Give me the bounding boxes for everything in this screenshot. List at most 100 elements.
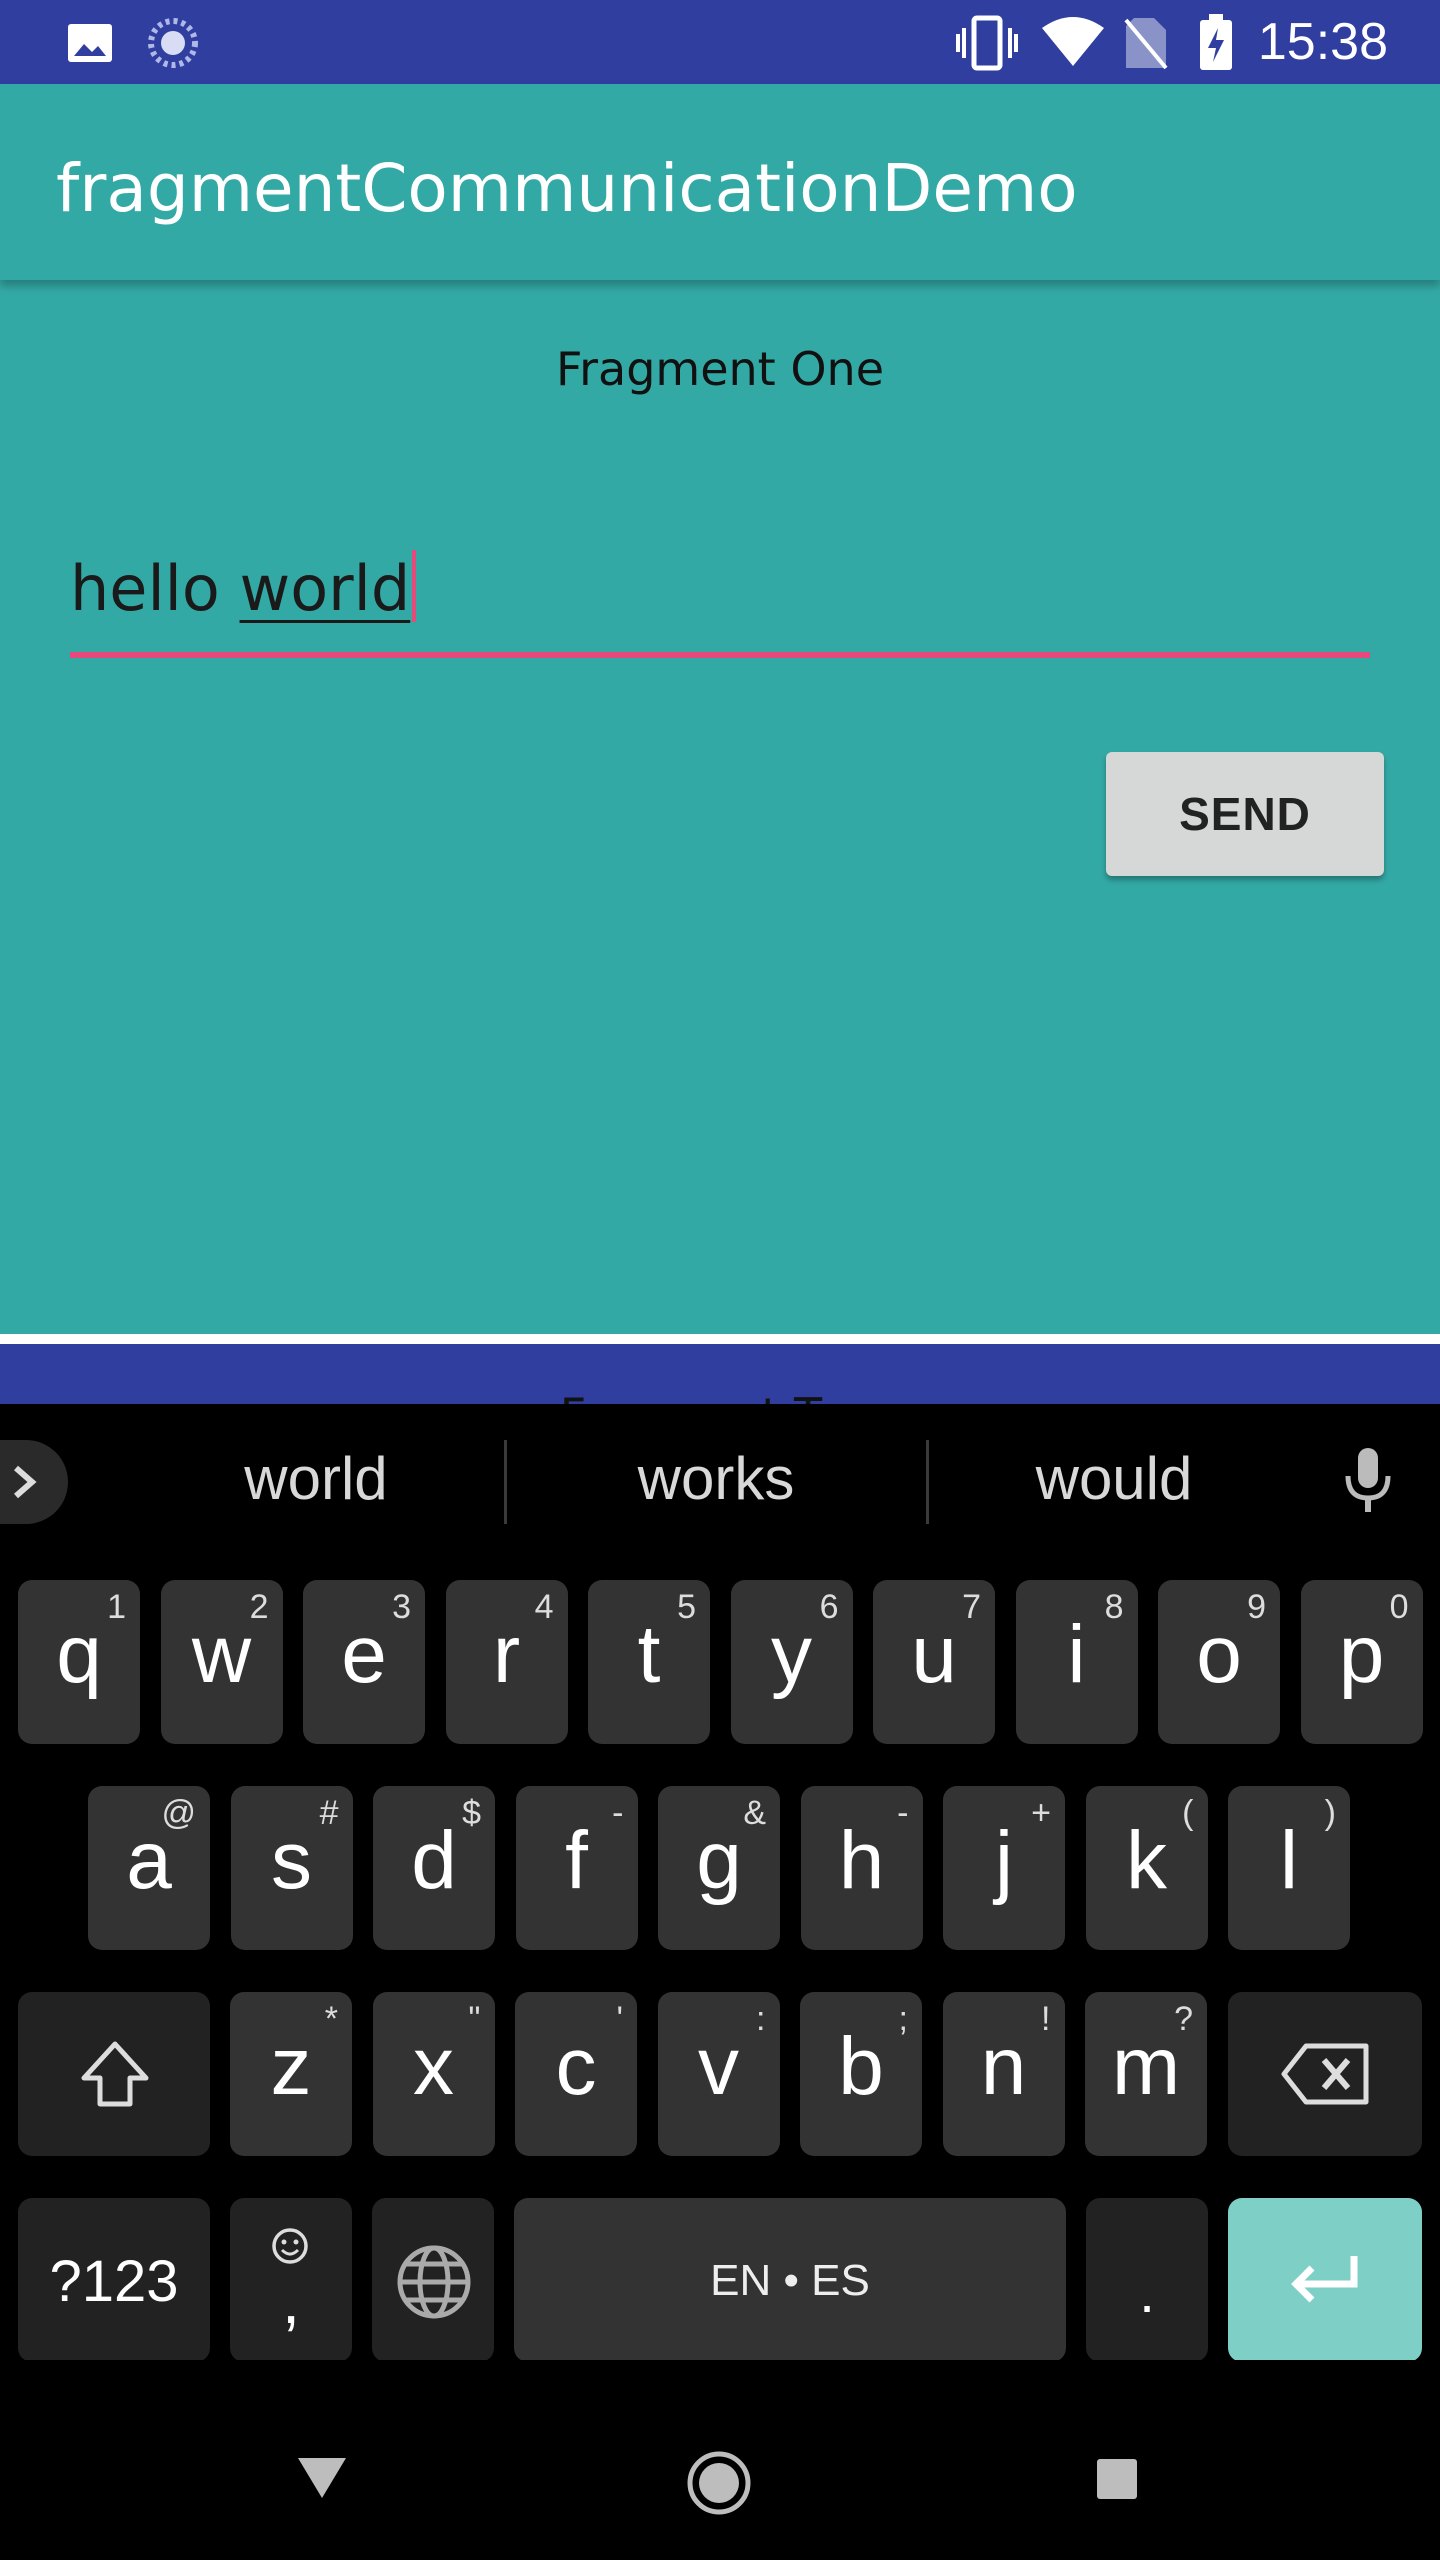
battery-charging-icon (1198, 14, 1234, 77)
shift-key[interactable] (18, 1992, 210, 2156)
key-label: o (1196, 1609, 1242, 1700)
app-title: fragmentCommunicationDemo (56, 150, 1078, 227)
key-o[interactable]: 9o (1158, 1580, 1280, 1744)
expand-toolbar-button[interactable] (0, 1440, 68, 1524)
key-label: f (565, 1815, 588, 1906)
vibrate-icon (954, 14, 1020, 77)
symbols-key-label: ?123 (49, 2249, 179, 2314)
key-label: n (980, 2021, 1027, 2112)
backspace-icon (1281, 2043, 1369, 2105)
key-h[interactable]: -h (800, 1786, 923, 1950)
key-j[interactable]: + j (943, 1786, 1065, 1950)
key-l[interactable]: ) l (1228, 1786, 1350, 1950)
key-r[interactable]: 4r (445, 1580, 568, 1744)
key-label: p (1338, 1609, 1385, 1700)
key-m[interactable]: ? m (1085, 1992, 1207, 2156)
key-label: r (492, 1609, 521, 1700)
key-b[interactable]: ; b (800, 1992, 922, 2156)
key-label: z (270, 2021, 312, 2112)
key-label: d (411, 1815, 457, 1906)
key-s[interactable]: # s (230, 1786, 353, 1950)
key-v[interactable]: :v (657, 1992, 780, 2156)
enter-icon (1291, 2256, 1358, 2303)
key-g[interactable]: & g (658, 1786, 780, 1950)
enter-key[interactable] (1228, 2198, 1422, 2362)
key-label: x (413, 2021, 454, 2112)
key-k[interactable]: (k (1085, 1786, 1208, 1950)
backspace-key[interactable] (1228, 1992, 1422, 2156)
key-n[interactable]: ! n (942, 1992, 1065, 2156)
key-label: k (1126, 1815, 1167, 1906)
fragment-two-title: Fragment Two (0, 1388, 1440, 1404)
key-c[interactable]: ' c (515, 1992, 637, 2156)
symbols-key[interactable]: ?123 (18, 2198, 210, 2362)
key-x[interactable]: " x (372, 1992, 495, 2156)
fragment-one: Fragment One hello world SEND (0, 280, 1440, 1334)
suggestion-strip: world works would (0, 1404, 1440, 1560)
key-d[interactable]: $ d (373, 1786, 495, 1950)
chevron-right-icon (14, 1465, 37, 1499)
wifi-icon (1040, 16, 1106, 73)
key-label: j (994, 1815, 1014, 1906)
key-label: b (838, 2021, 884, 2112)
key-label: c (555, 2021, 597, 2112)
home-icon[interactable] (686, 2450, 752, 2516)
suggestion-2[interactable]: works (526, 1444, 906, 1513)
period-key[interactable]: . (1086, 2198, 1208, 2362)
key-label: a (126, 1815, 172, 1906)
message-input-text[interactable]: hello world (70, 550, 417, 625)
suggestion-1[interactable]: world (126, 1444, 506, 1513)
clock: 15:38 (1257, 13, 1388, 71)
key-label: l (1279, 1815, 1299, 1906)
microphone-icon[interactable] (1340, 1446, 1396, 1521)
key-label: m (1111, 2021, 1181, 2112)
key-label: i (1067, 1609, 1086, 1700)
key-f[interactable]: -f (515, 1786, 638, 1950)
sync-icon (146, 16, 200, 75)
key-p[interactable]: 0p (1300, 1580, 1423, 1744)
key-i[interactable]: 8i (1015, 1580, 1138, 1744)
key-t[interactable]: 5t (588, 1580, 710, 1744)
shift-icon (81, 2041, 149, 2107)
key-z[interactable]: * z (230, 1992, 352, 2156)
comma-emoji-key[interactable]: , (230, 2198, 352, 2362)
fragment-two: Fragment Two (0, 1344, 1440, 1404)
key-e[interactable]: 3e (303, 1580, 425, 1744)
recents-icon[interactable] (1096, 2458, 1138, 2500)
key-label: g (696, 1815, 742, 1906)
emoji-icon (272, 2228, 308, 2264)
no-sim-icon (1124, 16, 1168, 75)
key-label: w (191, 1609, 252, 1700)
back-icon[interactable] (296, 2456, 348, 2500)
app-bar: fragmentCommunicationDemo (0, 84, 1440, 280)
space-key[interactable]: EN • ES (514, 2198, 1066, 2362)
key-y[interactable]: 6y (730, 1580, 853, 1744)
key-label: u (911, 1609, 957, 1700)
key-w[interactable]: 2w (160, 1580, 283, 1744)
key-label: h (838, 1815, 885, 1906)
language-key[interactable] (372, 2198, 494, 2362)
soft-keyboard: world works would 1q2w3e4r5t6y7u8i9o0p @… (0, 1404, 1440, 2362)
image-icon (66, 22, 114, 69)
key-label: y (771, 1609, 812, 1700)
key-u[interactable]: 7u (873, 1580, 995, 1744)
input-underline (70, 652, 1370, 658)
globe-icon (397, 2245, 471, 2319)
key-q[interactable]: 1q (18, 1580, 140, 1744)
fragment-divider (0, 1334, 1440, 1344)
key-label: v (698, 2021, 739, 2112)
send-button[interactable]: SEND (1106, 752, 1384, 876)
space-key-label: EN • ES (710, 2256, 870, 2305)
fragment-one-title: Fragment One (556, 342, 884, 396)
key-label: s (271, 1815, 312, 1906)
suggestion-3[interactable]: would (924, 1444, 1304, 1513)
suggestion-separator (504, 1440, 507, 1524)
input-plain-text: hello (70, 552, 240, 625)
key-label: t (637, 1609, 661, 1700)
key-a[interactable]: @ a (88, 1786, 210, 1950)
key-label: q (56, 1609, 102, 1700)
status-bar: 15:38 (0, 0, 1440, 84)
navigation-bar (0, 2360, 1440, 2560)
text-caret (412, 550, 417, 622)
comma-key-label: , (282, 2265, 300, 2337)
